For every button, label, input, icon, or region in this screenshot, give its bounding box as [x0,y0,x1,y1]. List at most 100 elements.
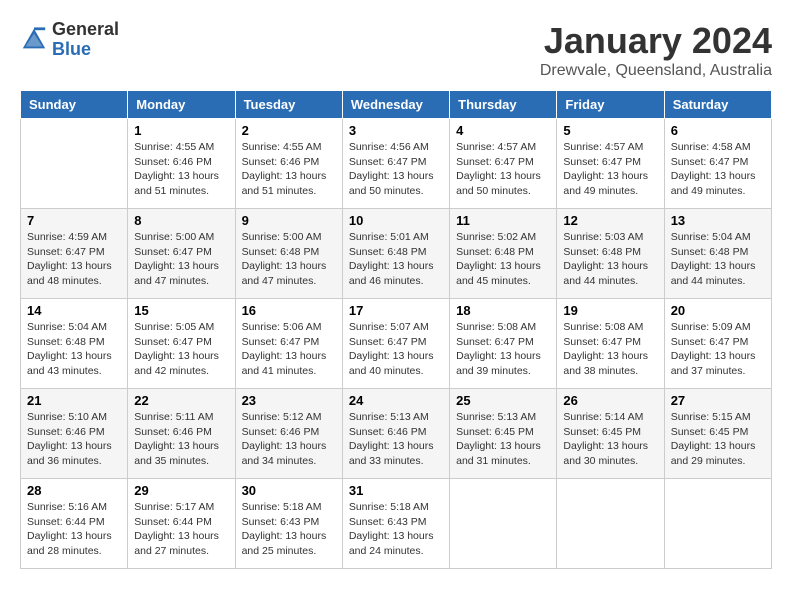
day-number: 26 [563,393,657,408]
day-number: 22 [134,393,228,408]
day-number: 25 [456,393,550,408]
day-number: 14 [27,303,121,318]
calendar-cell: 22 Sunrise: 5:11 AM Sunset: 6:46 PM Dayli… [128,389,235,479]
logo-general: General [52,20,119,40]
day-number: 30 [242,483,336,498]
week-row-1: 1Sunrise: 4:55 AM Sunset: 6:46 PM Daylig… [21,119,772,209]
calendar-cell: 29 Sunrise: 5:17 AM Sunset: 6:44 PM Dayli… [128,479,235,569]
day-number: 28 [27,483,121,498]
calendar-cell: 10 Sunrise: 5:01 AM Sunset: 6:48 PM Dayli… [342,209,449,299]
day-number: 16 [242,303,336,318]
calendar-cell: 7Sunrise: 4:59 AM Sunset: 6:47 PM Daylig… [21,209,128,299]
calendar-cell: 6Sunrise: 4:58 AM Sunset: 6:47 PM Daylig… [664,119,771,209]
day-number: 11 [456,213,550,228]
day-number: 31 [349,483,443,498]
day-info: Sunrise: 5:04 AM Sunset: 6:48 PM Dayligh… [27,320,121,379]
day-info: Sunrise: 5:01 AM Sunset: 6:48 PM Dayligh… [349,230,443,289]
day-info: Sunrise: 5:02 AM Sunset: 6:48 PM Dayligh… [456,230,550,289]
day-number: 8 [134,213,228,228]
day-number: 9 [242,213,336,228]
day-info: Sunrise: 5:14 AM Sunset: 6:45 PM Dayligh… [563,410,657,469]
weekday-wednesday: Wednesday [342,91,449,119]
day-info: Sunrise: 5:08 AM Sunset: 6:47 PM Dayligh… [563,320,657,379]
day-info: Sunrise: 5:18 AM Sunset: 6:43 PM Dayligh… [242,500,336,559]
day-number: 18 [456,303,550,318]
calendar-cell: 27 Sunrise: 5:15 AM Sunset: 6:45 PM Dayli… [664,389,771,479]
calendar-table: SundayMondayTuesdayWednesdayThursdayFrid… [20,90,772,569]
calendar-cell: 20 Sunrise: 5:09 AM Sunset: 6:47 PM Dayli… [664,299,771,389]
calendar-cell: 19 Sunrise: 5:08 AM Sunset: 6:47 PM Dayli… [557,299,664,389]
weekday-saturday: Saturday [664,91,771,119]
day-info: Sunrise: 5:08 AM Sunset: 6:47 PM Dayligh… [456,320,550,379]
weekday-friday: Friday [557,91,664,119]
day-info: Sunrise: 5:16 AM Sunset: 6:44 PM Dayligh… [27,500,121,559]
day-info: Sunrise: 5:13 AM Sunset: 6:46 PM Dayligh… [349,410,443,469]
day-number: 13 [671,213,765,228]
day-number: 7 [27,213,121,228]
calendar-cell: 3 Sunrise: 4:56 AM Sunset: 6:47 PM Daylig… [342,119,449,209]
day-number: 19 [563,303,657,318]
day-info: Sunrise: 5:03 AM Sunset: 6:48 PM Dayligh… [563,230,657,289]
day-number: 23 [242,393,336,408]
day-info: Sunrise: 4:55 AM Sunset: 6:46 PM Dayligh… [242,140,336,199]
calendar-cell [21,119,128,209]
calendar-cell: 31 Sunrise: 5:18 AM Sunset: 6:43 PM Dayli… [342,479,449,569]
day-number: 27 [671,393,765,408]
calendar-cell: 30 Sunrise: 5:18 AM Sunset: 6:43 PM Dayli… [235,479,342,569]
day-info: Sunrise: 5:18 AM Sunset: 6:43 PM Dayligh… [349,500,443,559]
day-info: Sunrise: 5:15 AM Sunset: 6:45 PM Dayligh… [671,410,765,469]
calendar-cell: 18 Sunrise: 5:08 AM Sunset: 6:47 PM Dayli… [450,299,557,389]
calendar-cell: 12 Sunrise: 5:03 AM Sunset: 6:48 PM Dayli… [557,209,664,299]
calendar-cell: 28 Sunrise: 5:16 AM Sunset: 6:44 PM Dayli… [21,479,128,569]
calendar-cell: 2 Sunrise: 4:55 AM Sunset: 6:46 PM Daylig… [235,119,342,209]
weekday-sunday: Sunday [21,91,128,119]
day-info: Sunrise: 5:06 AM Sunset: 6:47 PM Dayligh… [242,320,336,379]
day-info: Sunrise: 5:05 AM Sunset: 6:47 PM Dayligh… [134,320,228,379]
calendar-cell: 16 Sunrise: 5:06 AM Sunset: 6:47 PM Dayli… [235,299,342,389]
weekday-monday: Monday [128,91,235,119]
day-info: Sunrise: 5:12 AM Sunset: 6:46 PM Dayligh… [242,410,336,469]
day-number: 12 [563,213,657,228]
calendar-cell [557,479,664,569]
day-info: Sunrise: 4:55 AM Sunset: 6:46 PM Dayligh… [134,140,228,199]
calendar-cell: 25Sunrise: 5:13 AM Sunset: 6:45 PM Dayli… [450,389,557,479]
calendar-cell: 17Sunrise: 5:07 AM Sunset: 6:47 PM Dayli… [342,299,449,389]
day-number: 4 [456,123,550,138]
title-area: January 2024 Drewvale, Queensland, Austr… [540,20,772,80]
day-number: 10 [349,213,443,228]
day-number: 2 [242,123,336,138]
day-info: Sunrise: 5:09 AM Sunset: 6:47 PM Dayligh… [671,320,765,379]
day-info: Sunrise: 4:57 AM Sunset: 6:47 PM Dayligh… [456,140,550,199]
day-info: Sunrise: 5:17 AM Sunset: 6:44 PM Dayligh… [134,500,228,559]
calendar-cell [450,479,557,569]
week-row-2: 7Sunrise: 4:59 AM Sunset: 6:47 PM Daylig… [21,209,772,299]
day-number: 20 [671,303,765,318]
logo: General Blue [20,20,119,60]
day-number: 3 [349,123,443,138]
day-info: Sunrise: 5:11 AM Sunset: 6:46 PM Dayligh… [134,410,228,469]
calendar-cell: 23 Sunrise: 5:12 AM Sunset: 6:46 PM Dayli… [235,389,342,479]
day-number: 17 [349,303,443,318]
calendar-cell: 26 Sunrise: 5:14 AM Sunset: 6:45 PM Dayli… [557,389,664,479]
calendar-cell: 8Sunrise: 5:00 AM Sunset: 6:47 PM Daylig… [128,209,235,299]
calendar-cell [664,479,771,569]
weekday-tuesday: Tuesday [235,91,342,119]
calendar-cell: 21Sunrise: 5:10 AM Sunset: 6:46 PM Dayli… [21,389,128,479]
calendar-cell: 13Sunrise: 5:04 AM Sunset: 6:48 PM Dayli… [664,209,771,299]
day-number: 29 [134,483,228,498]
calendar-cell: 9Sunrise: 5:00 AM Sunset: 6:48 PM Daylig… [235,209,342,299]
day-number: 21 [27,393,121,408]
logo-blue: Blue [52,40,119,60]
location-title: Drewvale, Queensland, Australia [540,62,772,80]
page-header: General Blue January 2024 Drewvale, Quee… [20,20,772,80]
day-number: 6 [671,123,765,138]
logo-icon [20,26,48,54]
day-number: 5 [563,123,657,138]
day-info: Sunrise: 4:56 AM Sunset: 6:47 PM Dayligh… [349,140,443,199]
calendar-cell: 14 Sunrise: 5:04 AM Sunset: 6:48 PM Dayli… [21,299,128,389]
week-row-3: 14 Sunrise: 5:04 AM Sunset: 6:48 PM Dayli… [21,299,772,389]
calendar-cell: 4 Sunrise: 4:57 AM Sunset: 6:47 PM Daylig… [450,119,557,209]
calendar-cell: 24 Sunrise: 5:13 AM Sunset: 6:46 PM Dayli… [342,389,449,479]
day-number: 24 [349,393,443,408]
week-row-4: 21Sunrise: 5:10 AM Sunset: 6:46 PM Dayli… [21,389,772,479]
